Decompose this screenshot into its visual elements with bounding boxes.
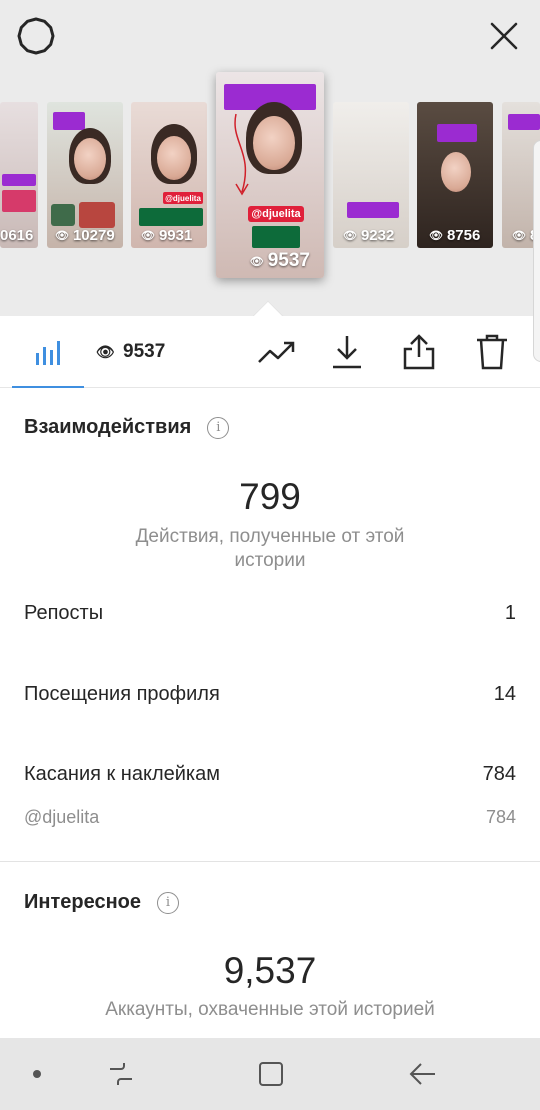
eye-icon: 👁: [141, 230, 155, 242]
system-nav-bar: [0, 1038, 540, 1110]
tab-underline: [12, 386, 84, 388]
story-carousel-area: 0616 👁 10279 @djuelita 👁 9931 @djuelita …: [0, 0, 540, 316]
home-button[interactable]: [249, 1052, 293, 1096]
story-views: 👁 9232: [343, 227, 395, 244]
eye-icon: 👁: [343, 230, 357, 242]
dot-icon: [33, 1070, 41, 1078]
metric-value: 784: [482, 763, 516, 785]
metric-subvalue: 784: [485, 807, 516, 827]
story-views: 👁 9931: [141, 227, 193, 244]
section-title: Взаимодействия: [24, 416, 192, 438]
home-icon: [259, 1062, 283, 1086]
eye-icon: 👁: [55, 230, 69, 242]
story-toolbar: 👁 9537: [0, 316, 540, 388]
person-face: [253, 116, 295, 170]
story-sticker: [508, 114, 540, 130]
story-sticker: [53, 112, 85, 130]
tab-insights[interactable]: [12, 316, 84, 388]
story-thumbnail[interactable]: 0616: [0, 102, 38, 248]
person-face: [157, 136, 191, 180]
story-views: 👁 8756: [429, 227, 481, 244]
story-thumbnail[interactable]: @djuelita 👁 9931: [131, 102, 207, 248]
eye-icon: 👁: [96, 344, 116, 361]
back-icon: [409, 1063, 435, 1085]
story-thumbnail[interactable]: 👁 10279: [47, 102, 123, 248]
close-button[interactable]: [482, 14, 526, 58]
settings-icon: [17, 17, 55, 55]
metric-row: Касания к наклейкам 784: [24, 763, 516, 786]
info-icon[interactable]: i: [157, 891, 179, 914]
metric-row: Репосты 1: [24, 602, 516, 625]
discovery-header: Интересное i: [24, 891, 179, 914]
product-box: [79, 202, 115, 228]
recents-icon: [110, 1063, 132, 1085]
promote-button[interactable]: [256, 332, 296, 372]
recents-button[interactable]: [99, 1052, 143, 1096]
section-divider: [0, 861, 540, 862]
story-sticker: [2, 174, 36, 186]
info-icon[interactable]: i: [207, 416, 230, 439]
metric-value: 14: [493, 683, 516, 705]
discovery-total: 9,537: [223, 950, 317, 991]
metric-label: Репосты: [24, 602, 104, 624]
discovery-caption: Аккаунты, охваченные этой историей: [105, 999, 435, 1020]
trash-icon: [477, 334, 507, 370]
section-title: Интересное: [24, 891, 141, 913]
metric-row: Посещения профиля 14: [24, 683, 516, 706]
settings-button[interactable]: [14, 14, 58, 58]
share-button[interactable]: [399, 332, 439, 372]
download-button[interactable]: [327, 332, 367, 372]
trending-icon: [258, 341, 295, 363]
story-thumbnails: 0616 👁 10279 @djuelita 👁 9931 @djuelita …: [0, 72, 540, 284]
eye-icon: 👁: [512, 230, 526, 242]
story-tag: @djuelita: [248, 206, 304, 222]
person-face: [441, 152, 471, 192]
interactions-total: 799: [239, 476, 301, 517]
story-sticker: [347, 202, 399, 218]
side-panel-handle[interactable]: [533, 140, 540, 362]
close-icon: [490, 22, 518, 50]
story-views: 👁 9537: [249, 250, 310, 271]
download-icon: [333, 336, 361, 369]
metric-subrow: @djuelita 784: [24, 807, 516, 828]
story-sticker: [139, 208, 203, 226]
eye-icon: 👁: [249, 255, 264, 268]
story-thumbnail[interactable]: 👁 8756: [417, 102, 493, 248]
share-icon: [403, 334, 435, 370]
metric-sublabel: @djuelita: [24, 807, 100, 827]
person-face: [74, 138, 106, 180]
story-thumbnail-selected[interactable]: @djuelita 👁 9537: [216, 72, 324, 278]
product-box: [51, 204, 75, 226]
nav-dot-button[interactable]: [15, 1052, 59, 1096]
story-tag: @djuelita: [163, 192, 203, 204]
story-views: 👁 10279: [55, 227, 115, 244]
story-views: 0616: [0, 227, 34, 244]
tab-viewers[interactable]: 👁 9537: [96, 336, 165, 368]
interactions-caption: Действия, полученные от этой истории: [135, 526, 405, 571]
story-sticker: [252, 226, 300, 248]
bar-chart-icon: [36, 341, 60, 365]
eye-icon: 👁: [429, 230, 443, 242]
delete-button[interactable]: [472, 332, 512, 372]
metric-label: Посещения профиля: [24, 683, 220, 705]
metric-label: Касания к наклейкам: [24, 763, 220, 785]
story-sticker: [437, 124, 477, 142]
views-count: 9537: [123, 341, 166, 362]
back-button[interactable]: [401, 1052, 445, 1096]
story-thumbnail[interactable]: 👁 9232: [333, 102, 409, 248]
interactions-header: Взаимодействия i: [24, 416, 230, 439]
metric-value: 1: [504, 602, 516, 624]
story-sticker: [2, 190, 36, 212]
